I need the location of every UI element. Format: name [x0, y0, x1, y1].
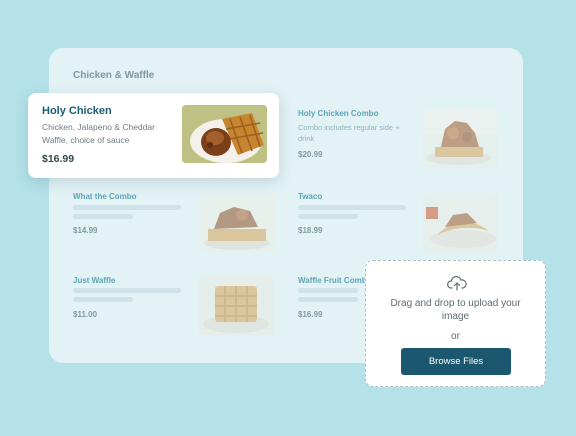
upload-instruction: Drag and drop to upload your image [390, 298, 521, 322]
menu-item-title: Holy Chicken Combo [298, 109, 379, 118]
featured-item-card[interactable]: Holy Chicken Chicken, Jalapeno & Cheddar… [28, 93, 279, 178]
menu-item-price: $18.99 [298, 226, 323, 235]
menu-item-price: $11.00 [73, 310, 98, 319]
description-placeholder-bar [73, 205, 181, 210]
featured-item-price: $16.99 [42, 153, 75, 165]
description-placeholder-bar [73, 214, 133, 219]
featured-item-title: Holy Chicken [42, 105, 112, 117]
description-placeholder-bar [298, 205, 406, 210]
description-placeholder-bar [298, 214, 358, 219]
menu-item-holy-chicken-combo[interactable]: Holy Chicken Combo Combo includes regula… [298, 106, 508, 170]
cloud-upload-icon [447, 275, 467, 291]
chicken-waffle-stack-photo [423, 109, 498, 168]
menu-item-price: $14.99 [73, 226, 98, 235]
menu-item-title: Twaco [298, 192, 323, 201]
menu-item-twaco[interactable]: Twaco $18.99 [298, 190, 508, 254]
menu-item-description: Combo includes regular side + drink [298, 123, 400, 143]
menu-item-title: Just Waffle [73, 276, 116, 285]
menu-item-price: $20.99 [298, 150, 323, 159]
menu-item-what-the-combo[interactable]: What the Combo $14.99 [73, 190, 278, 254]
featured-item-description: Chicken, Jalapeno & Cheddar Waffle, choi… [42, 122, 155, 145]
menu-item-just-waffle[interactable]: Just Waffle $11.00 [73, 272, 278, 336]
description-placeholder-bar [298, 288, 358, 293]
menu-item-title: Waffle Fruit Combo [298, 276, 372, 285]
menu-item-title: What the Combo [73, 192, 137, 201]
description-placeholder-bar [73, 297, 133, 302]
description-placeholder-bar [298, 297, 358, 302]
image-upload-dropzone[interactable]: Drag and drop to upload your image or Br… [365, 260, 546, 387]
description-placeholder-bar [73, 288, 181, 293]
plain-waffle-photo [199, 276, 274, 335]
menu-item-price: $16.99 [298, 310, 323, 319]
twaco-photo [423, 193, 498, 252]
upload-or-label: or [451, 331, 460, 342]
chicken-waffle-photo [182, 105, 267, 163]
section-title: Chicken & Waffle [73, 70, 155, 81]
browse-files-button[interactable]: Browse Files [401, 348, 511, 375]
chicken-waffle-photo [200, 193, 275, 252]
